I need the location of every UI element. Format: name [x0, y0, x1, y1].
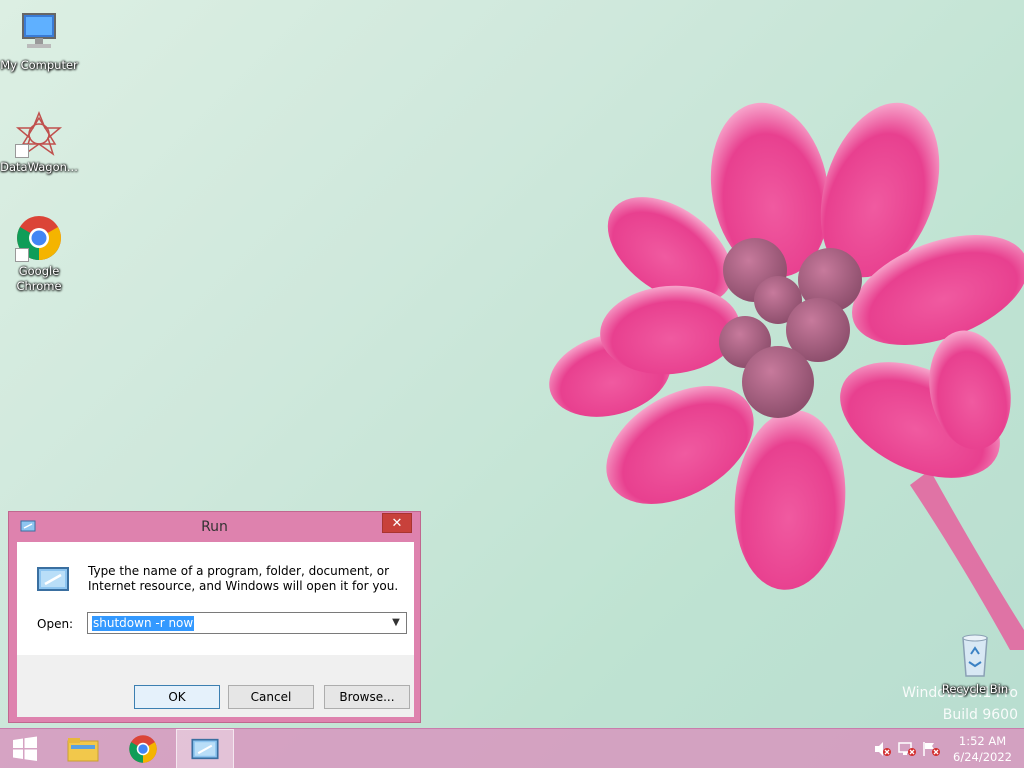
folder-icon	[67, 738, 99, 762]
computer-icon	[15, 8, 63, 56]
run-dialog-titlebar[interactable]: Run ✕	[9, 512, 420, 542]
recycle-bin-icon	[951, 632, 999, 680]
clock-time: 1:52 AM	[958, 734, 1007, 748]
volume-muted-icon[interactable]	[873, 741, 891, 757]
taskbar-google-chrome[interactable]	[115, 729, 171, 768]
shortcut-arrow-icon	[15, 144, 29, 158]
network-icon[interactable]	[898, 741, 916, 757]
chrome-icon	[15, 214, 63, 262]
close-button[interactable]: ✕	[382, 513, 412, 533]
taskbar: 1:52 AM 6/24/2022	[0, 728, 1024, 768]
chrome-icon	[129, 735, 157, 763]
run-dialog-description: Type the name of a program, folder, docu…	[88, 564, 399, 593]
desktop-icon-my-computer[interactable]: My Computer	[0, 8, 78, 73]
chevron-down-icon[interactable]: ▼	[390, 615, 402, 631]
cancel-button[interactable]: Cancel	[228, 685, 314, 709]
taskbar-file-explorer[interactable]	[56, 729, 112, 768]
start-button[interactable]	[0, 729, 56, 768]
desktop-icon-label: DataWagon...	[0, 160, 78, 174]
action-center-flag-icon[interactable]	[922, 741, 940, 757]
run-dialog-client: Type the name of a program, folder, docu…	[17, 542, 414, 717]
desktop-icon-recycle-bin[interactable]: Recycle Bin	[936, 632, 1014, 697]
watermark-build: Build 9600	[942, 707, 1018, 723]
desktop-icon-label: My Computer	[0, 58, 78, 72]
run-icon	[37, 567, 69, 591]
open-combobox[interactable]: shutdown -r now ▼	[87, 612, 407, 634]
clock-date: 6/24/2022	[953, 750, 1012, 764]
wallpaper-flower	[549, 102, 1024, 650]
run-dialog: Run ✕ Type the name of a program, folder…	[8, 511, 421, 723]
desktop-icon-label: Google Chrome	[16, 264, 62, 293]
desktop-icon-google-chrome[interactable]: Google Chrome	[0, 214, 78, 294]
windows-logo-icon	[13, 736, 37, 761]
taskbar-run[interactable]	[176, 729, 234, 768]
desktop-icon-label: Recycle Bin	[941, 682, 1009, 696]
shortcut-arrow-icon	[15, 248, 29, 262]
datawagon-icon	[15, 110, 63, 158]
open-label: Open:	[37, 617, 74, 631]
ok-button[interactable]: OK	[134, 685, 220, 709]
desktop-icon-datawagon[interactable]: DataWagon...	[0, 110, 78, 175]
run-icon	[191, 738, 219, 760]
browse-button[interactable]: Browse...	[324, 685, 410, 709]
run-dialog-content: Type the name of a program, folder, docu…	[17, 542, 414, 655]
open-input-value[interactable]: shutdown -r now	[92, 616, 195, 631]
taskbar-clock[interactable]: 1:52 AM 6/24/2022	[953, 733, 1012, 765]
run-dialog-title: Run	[201, 519, 228, 535]
